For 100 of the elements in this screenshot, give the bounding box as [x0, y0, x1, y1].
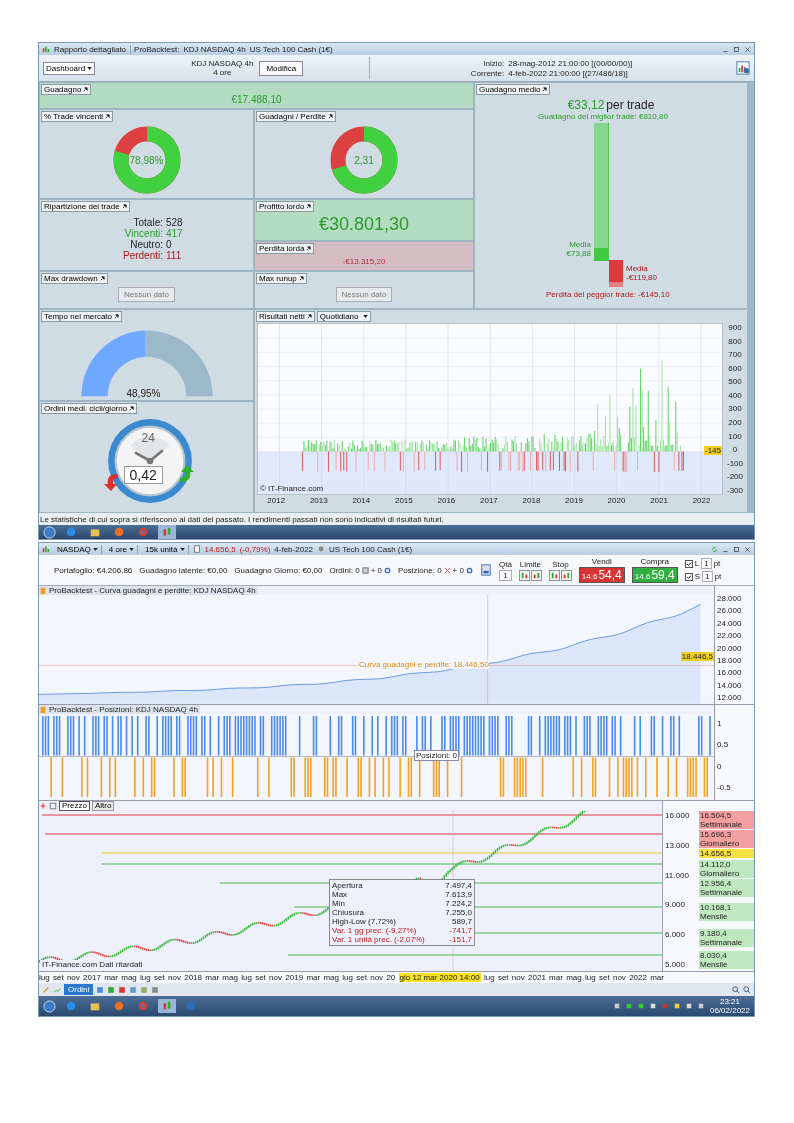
- edit-button[interactable]: Modifica: [259, 60, 304, 76]
- close-icon[interactable]: [443, 566, 451, 574]
- panel-tab[interactable]: Guadagno medio: [476, 84, 551, 95]
- axis-tick-label: nov: [168, 973, 181, 982]
- axis-tick-label: lug: [585, 973, 596, 982]
- panel-tab[interactable]: Ordini medi. cicli/giorno: [41, 403, 138, 414]
- stop-buy-icon[interactable]: [548, 569, 560, 581]
- start-icon[interactable]: [43, 525, 56, 539]
- axis-tick-label: set: [154, 973, 165, 982]
- panel-tab[interactable]: Max runup: [256, 273, 307, 284]
- instrument-name: US Tech 100 Cash (1€): [329, 544, 413, 554]
- maximize-icon[interactable]: [733, 45, 740, 53]
- stop-sell-icon[interactable]: [560, 569, 572, 581]
- pin-icon: [306, 314, 312, 319]
- panel-tab[interactable]: Profitto lordo: [256, 201, 315, 212]
- panel-tab[interactable]: Ripartizione dei trade: [41, 201, 130, 212]
- orders-value: 0,42: [123, 466, 163, 484]
- start-icon[interactable]: [43, 999, 56, 1013]
- sell-button[interactable]: 14.6 54,4: [578, 567, 625, 583]
- period-dropdown[interactable]: Quotidiano: [316, 311, 371, 322]
- orders-button[interactable]: Ordini: [64, 984, 94, 995]
- level-name: Settimanale: [700, 888, 744, 897]
- axis-tick-label: 400: [728, 390, 742, 400]
- axis-tick-label: 24.000: [717, 618, 742, 628]
- report-icon[interactable]: [736, 61, 750, 75]
- axis-tick-label: set: [255, 973, 266, 982]
- points-field[interactable]: 1: [701, 558, 712, 569]
- quantity-field[interactable]: 1: [499, 569, 512, 581]
- axis-tick-label: 2018: [184, 973, 202, 982]
- latent-gain: Guadagno latente: €0,00: [139, 565, 228, 575]
- axis-tick-label: nov: [511, 973, 525, 982]
- expand-icon[interactable]: [49, 802, 57, 810]
- gain-value: €17.488,10: [231, 94, 282, 105]
- current-date: 4-feb-2022 21:00:00 [(27/486/18)]: [508, 68, 628, 78]
- start-date: 28-mag-2012 21:00:00 [(00/00/00)]: [508, 58, 633, 68]
- close-icon[interactable]: [744, 45, 751, 53]
- sell-label: Vendi: [591, 557, 612, 566]
- panel-tab[interactable]: Max drawdown: [41, 273, 108, 284]
- clock-time: 23:21: [719, 997, 740, 1006]
- chart-icon[interactable]: [53, 985, 61, 994]
- average-loss-bar: [609, 282, 623, 287]
- axis-tick-label: mar: [205, 973, 220, 982]
- panel-tab[interactable]: Tempo nel mercato: [41, 311, 123, 322]
- axis-tick-label: mag: [566, 973, 582, 982]
- checkbox[interactable]: [684, 572, 693, 581]
- pen-icon[interactable]: [42, 985, 50, 994]
- symbol-dropdown[interactable]: NASDAQ: [54, 544, 102, 554]
- zoom-in-icon[interactable]: [732, 985, 740, 994]
- start-label: Inizio:: [482, 58, 505, 68]
- limit-buy-icon[interactable]: [518, 569, 530, 581]
- axis-tick-label: 300: [728, 404, 742, 414]
- axis-tick-label: 2015: [394, 496, 413, 505]
- axis-tick-label: mag: [323, 973, 339, 982]
- price-date: 4-feb-2022: [274, 544, 314, 554]
- view-dropdown[interactable]: Dashboard: [43, 61, 96, 75]
- points-field[interactable]: 1: [702, 571, 713, 582]
- axis-tick-label: 2013: [309, 496, 328, 505]
- units-dropdown[interactable]: 15k unità: [142, 544, 189, 554]
- chart-icon: [42, 45, 50, 53]
- pin-icon: [306, 246, 312, 251]
- orders-icon[interactable]: [361, 566, 369, 574]
- candlestick-icon[interactable]: [158, 525, 176, 539]
- level-value: 8.030,4: [700, 951, 728, 960]
- tooltip-label: Var. 1 gg prec. (-9,27%): [332, 926, 417, 935]
- panel-tab[interactable]: Guadagno: [41, 84, 92, 95]
- add-icon[interactable]: [39, 802, 47, 810]
- limit-sell-icon[interactable]: [530, 569, 542, 581]
- axis-tick-label: nov: [269, 973, 282, 982]
- maximize-icon[interactable]: [733, 545, 740, 553]
- system-name: KDJ NASDAQ 4h: [183, 44, 246, 54]
- axis-tick-label: 200: [728, 418, 742, 428]
- axis-marker: 18.446,5: [680, 652, 714, 661]
- indicator-icon: [39, 705, 47, 714]
- no-data-button[interactable]: Nessun dato: [118, 287, 175, 302]
- limit-label: Limite: [519, 559, 542, 569]
- panel-tab[interactable]: Perdita lorda: [256, 243, 315, 254]
- close-icon[interactable]: [744, 545, 751, 553]
- axis-tick-label: 26.000: [717, 606, 742, 616]
- no-data-button[interactable]: Nessun dato: [335, 287, 393, 302]
- hours-label: 24: [141, 431, 155, 445]
- zoom-out-icon[interactable]: [743, 985, 751, 994]
- breakdown-value: 0: [166, 239, 173, 250]
- refresh-icon[interactable]: [711, 545, 718, 553]
- level-name: Giornaliero: [700, 869, 741, 878]
- panel-tab[interactable]: Risultati netti: [256, 311, 315, 322]
- axis-marker: -145: [704, 446, 722, 456]
- panel-tab[interactable]: % Trade vincenti: [41, 111, 114, 122]
- breakdown-label: Vincenti:: [123, 228, 163, 239]
- axis-tick-label: 100: [728, 431, 742, 441]
- gross-profit-value: €30.801,30: [318, 214, 410, 235]
- calculator-icon[interactable]: [479, 563, 492, 577]
- axis-tick-label: set: [356, 973, 367, 982]
- average-loss-label: Media: [626, 264, 649, 273]
- axis-tick-label: 12.000: [717, 693, 742, 702]
- timeframe-dropdown[interactable]: 4 ore: [105, 544, 139, 554]
- position-count: Posizione: 0: [398, 565, 442, 575]
- average-win-bar: [594, 248, 608, 261]
- checkbox[interactable]: [684, 559, 693, 568]
- panel-tab[interactable]: Guadagni / Perdite: [256, 111, 336, 122]
- candlestick-icon[interactable]: [158, 999, 176, 1013]
